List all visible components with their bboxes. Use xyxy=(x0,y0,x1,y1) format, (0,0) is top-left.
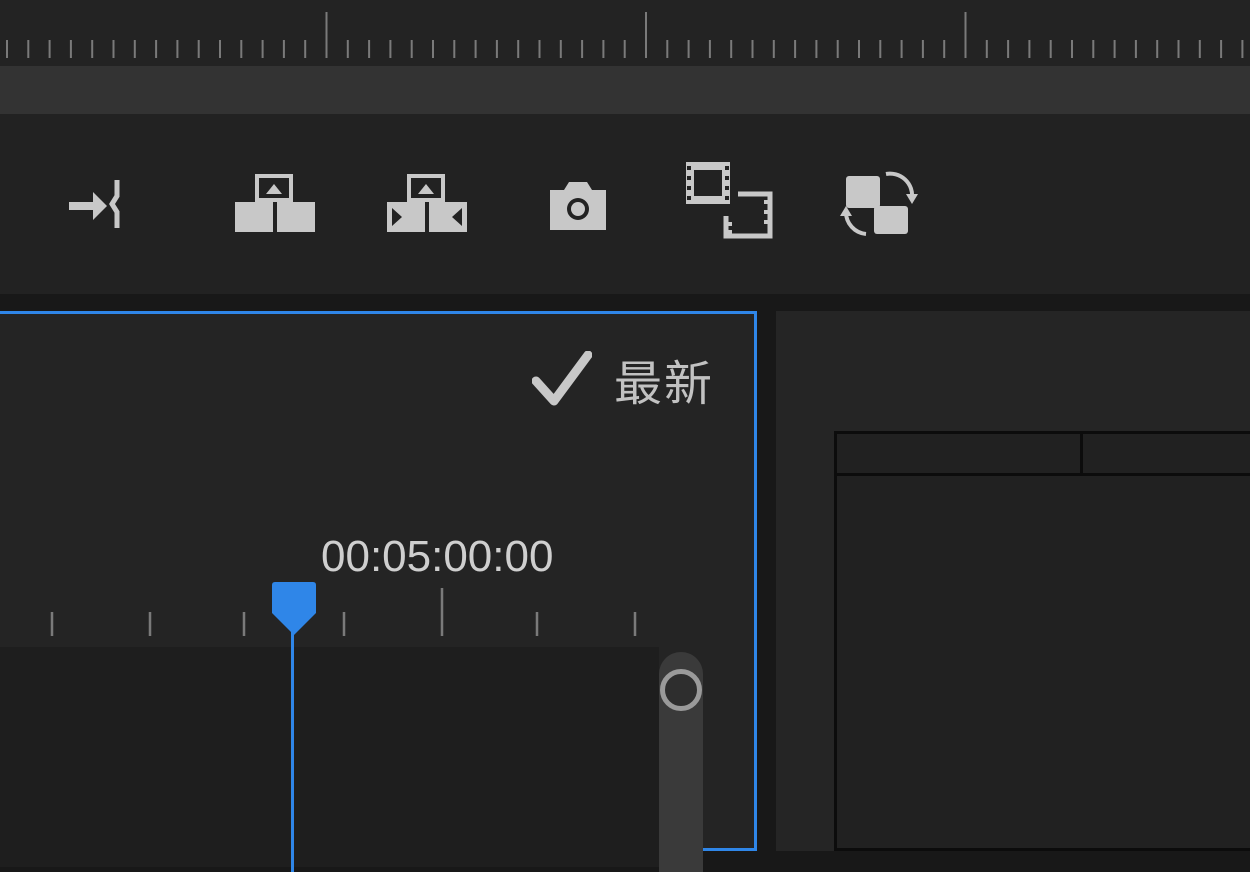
horizontal-zoom-scrollbar[interactable] xyxy=(0,66,1250,114)
source-timeline-panel[interactable]: 最新 00:05:00:00 xyxy=(0,311,757,872)
top-time-ruler[interactable] xyxy=(0,0,1250,66)
panel-time-ruler[interactable] xyxy=(0,582,659,642)
swap-views-icon xyxy=(840,171,918,236)
track-area[interactable] xyxy=(0,647,659,867)
comparison-view-button[interactable] xyxy=(684,160,774,240)
monitor-frame xyxy=(834,431,1250,851)
swap-views-button[interactable] xyxy=(834,160,924,240)
program-monitor-toolbar xyxy=(0,114,1250,294)
checkmark-icon xyxy=(531,351,592,406)
extract-button[interactable] xyxy=(384,164,474,244)
top-ruler-ticks xyxy=(6,12,1244,58)
latest-status: 最新 xyxy=(531,344,714,414)
playhead-line xyxy=(291,632,294,872)
program-monitor-panel xyxy=(776,311,1250,851)
panel-separator xyxy=(0,294,1250,308)
insert-button[interactable] xyxy=(45,164,135,244)
comparison-view-icon xyxy=(686,162,773,239)
insert-edit-icon xyxy=(69,180,120,228)
lift-button[interactable] xyxy=(232,164,322,244)
playhead-handle[interactable] xyxy=(269,581,319,637)
header-divider xyxy=(1080,434,1083,476)
ruler-timecode-label: 00:05:00:00 xyxy=(321,532,554,581)
latest-label: 最新 xyxy=(613,356,714,412)
export-frame-button[interactable] xyxy=(534,164,624,244)
monitor-header xyxy=(837,434,1250,476)
camera-icon xyxy=(550,182,606,230)
scrollbar-handle[interactable] xyxy=(660,669,702,711)
lift-icon xyxy=(235,174,315,232)
extract-icon xyxy=(387,174,467,232)
